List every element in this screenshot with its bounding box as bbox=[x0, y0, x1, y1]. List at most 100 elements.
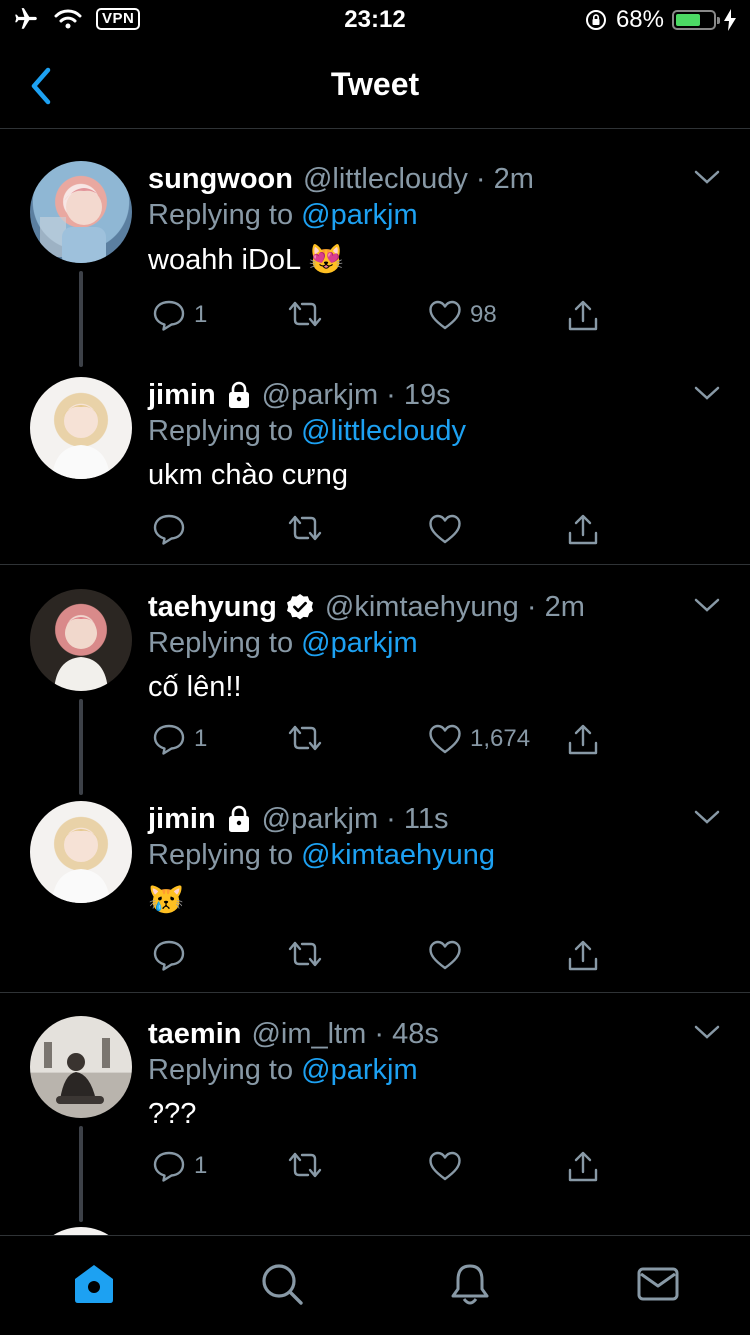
replies-feed[interactable]: sungwoon @littlecloudy · 2m Replying to … bbox=[0, 137, 750, 1235]
retweet-icon bbox=[288, 725, 322, 751]
reply-button[interactable] bbox=[152, 513, 194, 545]
status-bar: VPN 23:12 68% bbox=[0, 0, 750, 40]
like-button[interactable]: 1,674 bbox=[428, 723, 530, 755]
display-name[interactable]: jimin bbox=[148, 379, 216, 412]
reply-button[interactable]: 1 bbox=[152, 1150, 207, 1182]
user-handle: @parkjm · 19s bbox=[261, 378, 451, 411]
retweet-button[interactable] bbox=[286, 299, 324, 329]
mention-link[interactable]: @parkjm bbox=[301, 1054, 417, 1086]
display-name[interactable]: sungwoon bbox=[148, 163, 293, 196]
tab-search[interactable] bbox=[258, 1260, 306, 1308]
tweet-taemin[interactable]: taemin @im_ltm · 48s Replying to @parkjm… bbox=[0, 1014, 750, 1222]
retweet-icon bbox=[288, 515, 322, 541]
tweet-taehyung[interactable]: taehyung @kimtaehyung · 2m Replying to @… bbox=[0, 587, 750, 795]
reply-button[interactable] bbox=[152, 939, 194, 971]
heart-icon bbox=[429, 940, 461, 970]
share-icon bbox=[568, 940, 598, 971]
thread-line bbox=[79, 699, 83, 795]
like-button[interactable] bbox=[428, 513, 470, 545]
reply-icon bbox=[153, 300, 185, 331]
retweet-button[interactable] bbox=[286, 939, 324, 969]
orientation-lock-icon bbox=[585, 10, 606, 30]
nav-bar: Tweet bbox=[0, 44, 750, 128]
thread-line bbox=[79, 271, 83, 367]
retweet-button[interactable] bbox=[286, 723, 324, 753]
mention-link[interactable]: @kimtaehyung bbox=[301, 839, 495, 871]
tab-messages[interactable] bbox=[634, 1260, 682, 1308]
tweet-sungwoon[interactable]: sungwoon @littlecloudy · 2m Replying to … bbox=[0, 159, 750, 367]
charging-icon bbox=[724, 9, 736, 31]
heart-icon bbox=[429, 300, 461, 330]
avatar[interactable] bbox=[30, 1016, 132, 1118]
like-count: 1,674 bbox=[470, 725, 531, 752]
avatar[interactable] bbox=[30, 161, 132, 263]
chevron-down-icon[interactable] bbox=[694, 809, 720, 825]
verified-badge-icon bbox=[286, 594, 313, 620]
share-icon bbox=[568, 724, 598, 755]
display-name[interactable]: jimin bbox=[148, 803, 216, 836]
search-icon bbox=[262, 1264, 303, 1305]
chevron-down-icon[interactable] bbox=[694, 597, 720, 613]
thread-divider bbox=[0, 992, 750, 993]
messages-icon bbox=[637, 1267, 679, 1301]
user-handle: @parkjm · 11s bbox=[261, 802, 449, 835]
replying-to: Replying to @kimtaehyung bbox=[148, 839, 496, 871]
avatar[interactable] bbox=[30, 801, 132, 903]
tab-notifications[interactable] bbox=[446, 1260, 494, 1308]
notifications-icon bbox=[451, 1264, 489, 1305]
like-button[interactable]: 98 bbox=[428, 299, 497, 331]
like-button[interactable] bbox=[428, 939, 470, 971]
tweet-text: ??? bbox=[148, 1098, 197, 1130]
avatar[interactable] bbox=[30, 589, 132, 691]
tweet-text: cố lên!! bbox=[148, 671, 242, 703]
chevron-down-icon[interactable] bbox=[694, 385, 720, 401]
tweet-header: sungwoon @littlecloudy · 2m bbox=[148, 159, 534, 199]
reply-button[interactable]: 1 bbox=[152, 299, 207, 331]
page-title: Tweet bbox=[330, 66, 420, 102]
tweet-jimin[interactable]: jimin @parkjm · 11s Replying to @kimtaeh… bbox=[0, 799, 750, 991]
mention-link[interactable]: @parkjm bbox=[301, 199, 417, 231]
chevron-down-icon[interactable] bbox=[694, 169, 720, 185]
user-handle: @kimtaehyung · 2m bbox=[324, 590, 585, 623]
heart-icon bbox=[429, 514, 461, 544]
replying-to: Replying to @parkjm bbox=[148, 199, 418, 231]
tweet-header: jimin @parkjm · 19s bbox=[148, 375, 451, 415]
retweet-button[interactable] bbox=[286, 1150, 324, 1180]
user-handle: @im_ltm · 48s bbox=[251, 1017, 439, 1050]
chevron-down-icon[interactable] bbox=[694, 1024, 720, 1040]
status-right: 68% bbox=[584, 6, 736, 34]
share-button[interactable] bbox=[566, 939, 600, 973]
tab-home[interactable] bbox=[70, 1260, 118, 1308]
mention-link[interactable]: @littlecloudy bbox=[301, 415, 466, 447]
share-button[interactable] bbox=[566, 723, 600, 757]
tweet-text: 😿 bbox=[148, 884, 185, 916]
retweet-icon bbox=[288, 1152, 322, 1178]
display-name[interactable]: taehyung bbox=[148, 591, 277, 624]
thread-divider bbox=[0, 564, 750, 565]
reply-icon bbox=[153, 724, 185, 755]
reply-icon bbox=[153, 940, 185, 971]
share-button[interactable] bbox=[566, 299, 600, 333]
heart-icon bbox=[429, 724, 461, 754]
tweet-text: ukm chào cưng bbox=[148, 459, 348, 491]
reply-icon bbox=[153, 514, 185, 545]
like-button[interactable] bbox=[428, 1150, 470, 1182]
retweet-button[interactable] bbox=[286, 513, 324, 543]
tweet-header: taehyung @kimtaehyung · 2m bbox=[148, 587, 585, 627]
tweet-actions: 1 98 bbox=[148, 299, 608, 339]
share-button[interactable] bbox=[566, 513, 600, 547]
tweet-actions bbox=[148, 513, 608, 553]
heart-icon bbox=[429, 1151, 461, 1181]
replying-to: Replying to @parkjm bbox=[148, 627, 418, 659]
display-name[interactable]: taemin bbox=[148, 1018, 241, 1051]
mention-link[interactable]: @parkjm bbox=[301, 627, 417, 659]
thread-line bbox=[79, 1126, 83, 1222]
tab-bar bbox=[0, 1235, 750, 1335]
reply-button[interactable]: 1 bbox=[152, 723, 207, 755]
tweet-actions: 1 bbox=[148, 1150, 608, 1190]
avatar[interactable] bbox=[30, 1227, 132, 1235]
reply-count: 1 bbox=[194, 301, 208, 328]
tweet-jimin[interactable]: jimin @parkjm · 19s Replying to @littlec… bbox=[0, 375, 750, 563]
share-button[interactable] bbox=[566, 1150, 600, 1184]
avatar[interactable] bbox=[30, 377, 132, 479]
